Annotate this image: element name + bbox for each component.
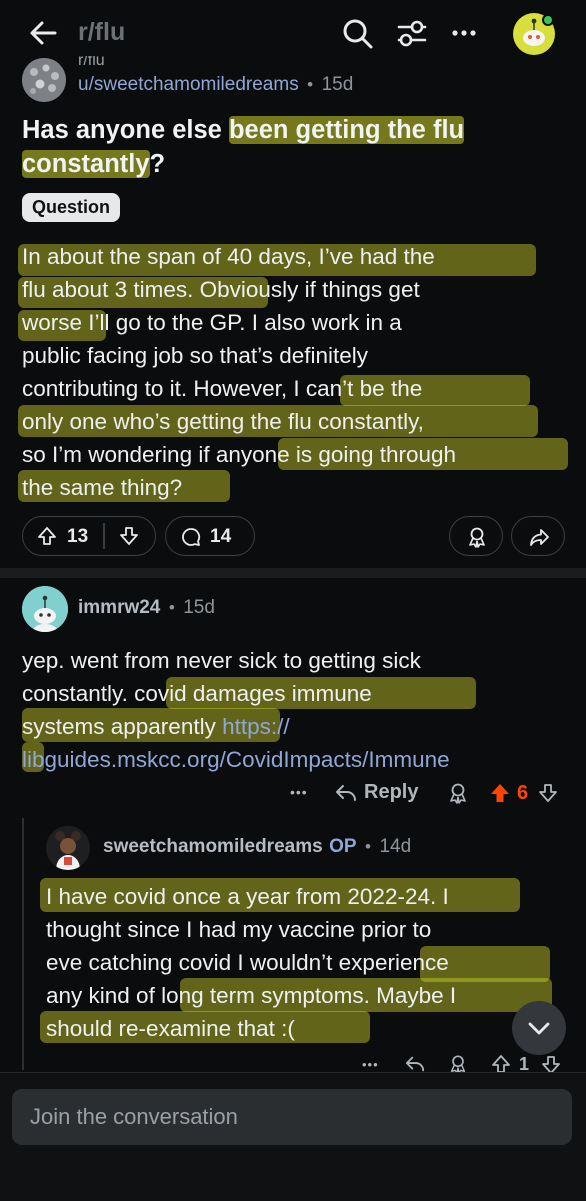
post-body-line: so I’m wondering if anyone is going thro… xyxy=(22,442,457,467)
post-author[interactable]: u/sweetchamomiledreams xyxy=(78,74,299,95)
comment-body: I have covid once a year from 2022-24. I… xyxy=(46,880,576,1045)
comment-line: constantly. covid damages immune xyxy=(22,681,372,706)
upvote-active-icon[interactable] xyxy=(489,782,511,804)
comment-vote-count: 6 xyxy=(517,782,529,804)
search-icon[interactable] xyxy=(342,18,374,50)
comment-line: thought since I had my vaccine prior to xyxy=(46,917,432,942)
comment-link[interactable]: libguides.mskcc.org/CovidImpacts/Immune xyxy=(22,743,577,776)
meta-separator: • xyxy=(307,75,314,94)
more-options-icon[interactable] xyxy=(449,18,479,48)
back-arrow-icon[interactable] xyxy=(28,18,58,48)
award-icon xyxy=(466,526,488,548)
scroll-down-button[interactable] xyxy=(512,1001,566,1055)
post-body: In about the span of 40 days, I’ve had t… xyxy=(22,240,572,504)
comment-link[interactable]: https:// xyxy=(222,714,290,739)
meta-separator: • xyxy=(365,837,371,856)
comment-meta: immrw24 • 15d xyxy=(78,597,215,619)
share-button[interactable] xyxy=(511,516,565,556)
user-avatar-icon[interactable] xyxy=(512,12,556,56)
filter-settings-icon[interactable] xyxy=(396,18,428,50)
op-badge: OP xyxy=(329,836,357,857)
upvote-count: 13 xyxy=(67,526,89,547)
post-body-line: worse I’ll go to the GP. I also work in … xyxy=(22,310,402,335)
award-button[interactable] xyxy=(449,516,503,556)
title-highlight-2: constantly xyxy=(22,150,150,178)
comment-age: 15d xyxy=(183,597,215,618)
subreddit-title[interactable]: r/flu xyxy=(78,18,125,47)
comment-count: 14 xyxy=(210,526,232,547)
post-body-line: public facing job so that’s definitely xyxy=(22,343,369,368)
comment-author[interactable]: sweetchamomiledreams xyxy=(103,836,323,857)
post-body-line: flu about 3 times. Obviously if things g… xyxy=(22,277,420,302)
meta-separator: • xyxy=(168,598,175,617)
post-body-line: contributing to it. However, I can’t be … xyxy=(22,376,423,401)
reply-icon[interactable] xyxy=(404,1054,426,1074)
comment-age: 14d xyxy=(379,836,412,857)
post-age: 15d xyxy=(321,74,354,95)
downvote-icon[interactable] xyxy=(119,526,139,546)
post-flair[interactable]: Question xyxy=(22,193,121,222)
upvote-icon[interactable] xyxy=(491,1054,511,1074)
section-divider xyxy=(0,568,586,578)
post-body-line: In about the span of 40 days, I’ve had t… xyxy=(22,244,435,269)
title-highlight-1: been getting the flu xyxy=(228,116,465,144)
post-body-line: only one who’s getting the flu constantl… xyxy=(22,409,424,434)
post-author-row: u/sweetchamomiledreams • 15d xyxy=(78,74,353,96)
comment-icon xyxy=(180,526,202,548)
comment-line: should re-examine that :( xyxy=(46,1016,295,1041)
downvote-icon[interactable] xyxy=(538,783,558,803)
comment-body: yep. went from never sick to getting sic… xyxy=(22,644,577,776)
upvote-icon[interactable] xyxy=(37,526,57,546)
vote-pill: 13 xyxy=(22,516,156,556)
comment-meta: sweetchamomiledreams OP • 14d xyxy=(103,836,411,858)
subreddit-name-clipped[interactable]: r/flu xyxy=(78,56,105,68)
thread-line xyxy=(22,818,24,1070)
subreddit-avatar[interactable] xyxy=(22,58,66,102)
comment-author[interactable]: immrw24 xyxy=(78,597,160,618)
post-title[interactable]: Has anyone else been getting the flu con… xyxy=(22,113,567,181)
comments-button[interactable]: 14 xyxy=(165,516,255,556)
vote-divider xyxy=(103,523,105,549)
commenter-avatar[interactable] xyxy=(22,586,68,632)
comment-line: yep. went from never sick to getting sic… xyxy=(22,648,421,673)
op-avatar[interactable] xyxy=(46,826,90,870)
comment-line: I have covid once a year from 2022-24. I xyxy=(46,884,449,909)
comment-input[interactable]: Join the conversation xyxy=(12,1089,572,1145)
reply-button[interactable]: Reply xyxy=(364,781,418,804)
comment-more-button[interactable]: ••• xyxy=(362,1057,379,1072)
award-icon[interactable] xyxy=(447,782,469,804)
reply-icon[interactable] xyxy=(334,782,358,804)
share-icon xyxy=(528,526,550,548)
award-icon[interactable] xyxy=(448,1054,468,1074)
comment-line: systems apparently xyxy=(22,714,223,739)
post-body-line: the same thing? xyxy=(22,475,183,500)
comment-line: eve catching covid I wouldn’t experience xyxy=(46,950,449,975)
comment-more-button[interactable]: ••• xyxy=(290,784,308,800)
comment-line: any kind of long term symptoms. Maybe I xyxy=(46,983,457,1008)
